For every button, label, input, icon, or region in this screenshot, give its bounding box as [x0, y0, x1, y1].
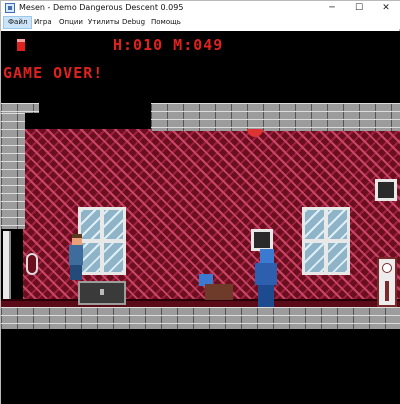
menu-file[interactable]: Файл — [3, 16, 33, 29]
wall-picture-frame-right — [375, 179, 397, 201]
emulator-window: Mesen - Demo Dangerous Descent 0.095 ─ ☐… — [0, 0, 400, 404]
menu-debug[interactable]: Debug — [118, 16, 149, 29]
upper-ledge-right — [151, 103, 400, 131]
window-title: Mesen - Demo Dangerous Descent 0.095 — [19, 3, 184, 12]
hud-health-money: H:010 M:049 — [113, 36, 224, 54]
upper-ledge-left — [1, 103, 39, 113]
mesen-app-icon — [5, 3, 15, 13]
crawling-zombie-enemy — [199, 274, 233, 300]
doorway-left — [3, 231, 11, 301]
game-over-text: GAME OVER! — [3, 64, 104, 82]
close-button[interactable]: ✕ — [371, 1, 400, 16]
menu-bar: Файл Игра Опции Утилиты Debug Помощь — [1, 16, 400, 29]
brick-floor — [1, 307, 400, 329]
carpet-strip — [1, 299, 400, 307]
house-window-left — [78, 207, 126, 275]
wall-picture-frame — [251, 229, 273, 251]
wall-mirror-icon — [26, 253, 38, 275]
menu-options[interactable]: Опции — [55, 16, 87, 29]
zombie-enemy — [253, 249, 279, 307]
title-bar[interactable]: Mesen - Demo Dangerous Descent 0.095 ─ ☐… — [1, 1, 400, 16]
game-screen[interactable]: H:010 M:049 GAME OVER! — [1, 31, 400, 404]
maximize-button[interactable]: ☐ — [344, 1, 374, 16]
treasure-chest-icon — [78, 281, 126, 305]
house-window-right — [302, 207, 350, 275]
brick-pillar-left — [1, 113, 25, 229]
menu-help[interactable]: Помощь — [147, 16, 185, 29]
minimize-button[interactable]: ─ — [317, 1, 347, 16]
lives-icon — [17, 39, 25, 51]
player-character — [67, 234, 85, 280]
grandfather-clock-icon — [377, 257, 397, 307]
menu-game[interactable]: Игра — [30, 16, 56, 29]
